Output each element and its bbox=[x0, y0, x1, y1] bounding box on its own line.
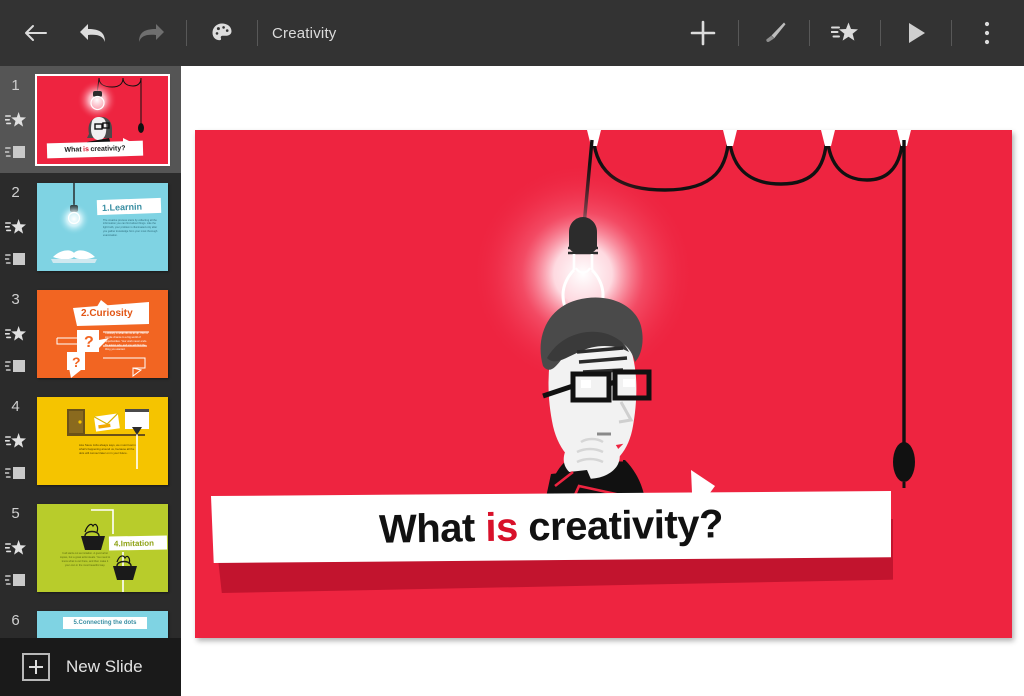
redo-button[interactable] bbox=[122, 0, 180, 66]
slide-transition-button[interactable] bbox=[4, 142, 28, 162]
slide-artwork: What is creativity? bbox=[195, 130, 1012, 638]
slide-thumbnail-row-1[interactable]: 1 What is creativity? bbox=[0, 66, 181, 173]
slide-thumbnail-wrap[interactable]: ??2.CuriosityCuriosity is what lifts us … bbox=[33, 280, 181, 387]
headline-part-1: What bbox=[379, 506, 486, 552]
slide-meta: 3 bbox=[0, 280, 33, 387]
slide-meta: 5 bbox=[0, 494, 33, 601]
plus-icon bbox=[689, 19, 717, 47]
slide-thumbnail-wrap[interactable]: 1.LearninThe creative process starts by … bbox=[33, 173, 181, 280]
arrow-left-icon bbox=[22, 20, 48, 46]
headline-part-2: creativity? bbox=[517, 502, 723, 549]
more-vertical-icon bbox=[983, 20, 991, 46]
slide-list[interactable]: 1 What is creativity? 2 1.LearninThe creati… bbox=[0, 66, 181, 638]
slide-animation-button[interactable] bbox=[4, 324, 28, 344]
format-brush-button[interactable] bbox=[745, 0, 803, 66]
slide-thumbnail[interactable]: 1.LearninThe creative process starts by … bbox=[37, 183, 168, 271]
theme-button[interactable] bbox=[193, 0, 251, 66]
toolbar-divider-2 bbox=[257, 20, 258, 46]
slide-thumbnail[interactable]: Like Steve Jobs always says, we must tru… bbox=[37, 397, 168, 485]
toolbar-divider-5 bbox=[880, 20, 881, 46]
presentation-title[interactable]: Creativity bbox=[264, 25, 337, 42]
slide-transition-button[interactable] bbox=[4, 570, 28, 590]
palette-icon bbox=[211, 22, 233, 44]
slide-transition-button[interactable] bbox=[4, 249, 28, 269]
undo-icon bbox=[78, 20, 108, 46]
slide-number: 5 bbox=[0, 505, 31, 522]
slide-thumbnail-row-5[interactable]: 5 4.ImitationIt all starts out as imitati… bbox=[0, 494, 181, 601]
slide-headline: What is creativity? bbox=[379, 502, 724, 552]
slide-animation-button[interactable] bbox=[4, 217, 28, 237]
slide-animation-button[interactable] bbox=[4, 110, 28, 130]
slide-transition-button[interactable] bbox=[4, 463, 28, 483]
present-button[interactable] bbox=[887, 0, 945, 66]
slide-number: 4 bbox=[0, 398, 31, 415]
svg-text:?: ? bbox=[72, 354, 81, 370]
slide-meta: 4 bbox=[0, 387, 33, 494]
slide-thumbnail-row-2[interactable]: 2 1.LearninThe creative process starts by… bbox=[0, 173, 181, 280]
shooting-star-icon bbox=[831, 20, 859, 46]
slide-meta: 2 bbox=[0, 173, 33, 280]
paintbrush-icon bbox=[761, 20, 787, 46]
toolbar-divider-6 bbox=[951, 20, 952, 46]
slide-thumbnail-wrap[interactable]: 4.ImitationIt all starts out as imitatio… bbox=[33, 494, 181, 601]
plus-box-icon bbox=[22, 653, 50, 681]
slide-number: 2 bbox=[0, 184, 31, 201]
current-slide[interactable]: What is creativity? bbox=[195, 130, 1012, 638]
redo-icon bbox=[136, 20, 166, 46]
slide-animation-button[interactable] bbox=[4, 431, 28, 451]
back-button[interactable] bbox=[6, 0, 64, 66]
play-icon bbox=[904, 20, 928, 46]
new-slide-label: New Slide bbox=[66, 657, 143, 677]
slide-thumbnail-row-3[interactable]: 3 ??2.CuriosityCuriosity is what lifts us… bbox=[0, 280, 181, 387]
slide-panel: 1 What is creativity? 2 1.LearninThe creati… bbox=[0, 66, 181, 696]
slide-number: 1 bbox=[0, 77, 31, 94]
toolbar-divider bbox=[186, 20, 187, 46]
animate-button[interactable] bbox=[816, 0, 874, 66]
headline-banner: What is creativity? bbox=[195, 130, 1012, 638]
slide-thumbnail-row-4[interactable]: 4 Like Steve Jobs always says, we must tr… bbox=[0, 387, 181, 494]
slide-meta: 1 bbox=[0, 66, 33, 173]
new-slide-button[interactable]: New Slide bbox=[0, 638, 181, 696]
slide-thumbnail-row-6[interactable]: 6 5.Connecting the dots bbox=[0, 601, 181, 638]
toolbar-divider-4 bbox=[809, 20, 810, 46]
slide-number: 6 bbox=[0, 612, 31, 629]
slide-thumbnail-wrap[interactable]: What is creativity? bbox=[33, 66, 181, 173]
slide-thumbnail[interactable]: ??2.CuriosityCuriosity is what lifts us … bbox=[37, 290, 168, 378]
add-button[interactable] bbox=[674, 0, 732, 66]
slide-canvas[interactable]: What is creativity? bbox=[181, 66, 1024, 696]
svg-text:?: ? bbox=[84, 334, 94, 351]
slide-animation-button[interactable] bbox=[4, 538, 28, 558]
toolbar-divider-3 bbox=[738, 20, 739, 46]
slide-number: 3 bbox=[0, 291, 31, 308]
slide-thumbnail-wrap[interactable]: 5.Connecting the dots bbox=[33, 601, 181, 638]
slide-meta: 6 bbox=[0, 601, 33, 638]
slide-thumbnail[interactable]: What is creativity? bbox=[37, 76, 168, 164]
more-options-button[interactable] bbox=[958, 0, 1016, 66]
presentation-editor-window: Creativity bbox=[0, 0, 1024, 696]
slide-transition-button[interactable] bbox=[4, 356, 28, 376]
slide-thumbnail[interactable]: 4.ImitationIt all starts out as imitatio… bbox=[37, 504, 168, 592]
slide-thumbnail[interactable]: 5.Connecting the dots bbox=[37, 611, 168, 639]
undo-button[interactable] bbox=[64, 0, 122, 66]
headline-accent: is bbox=[485, 505, 518, 550]
slide-thumbnail-wrap[interactable]: Like Steve Jobs always says, we must tru… bbox=[33, 387, 181, 494]
top-toolbar: Creativity bbox=[0, 0, 1024, 66]
banner-plate[interactable]: What is creativity? bbox=[211, 491, 891, 563]
